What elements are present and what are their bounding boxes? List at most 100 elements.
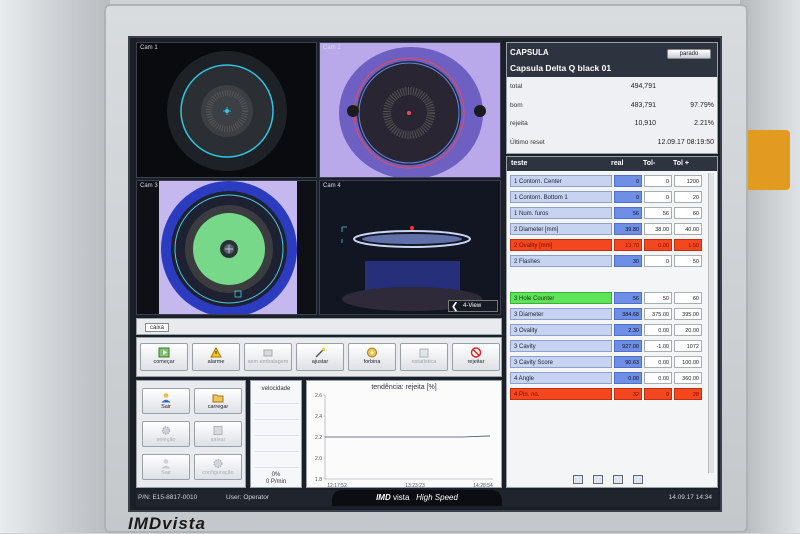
toolbar-button-4[interactable]: forbina bbox=[348, 343, 396, 371]
test-row[interactable]: 3 Cavity Score 90.63 0.00 100.00 bbox=[510, 356, 706, 369]
config-icon bbox=[212, 458, 224, 469]
trend-plot: 2.6 2.4 2.2 2.0 1.8 12:17:52 13:23:23 14:28:54 bbox=[315, 393, 493, 489]
play-icon bbox=[158, 347, 170, 358]
header-real: real bbox=[611, 160, 624, 167]
four-view-button[interactable]: ❮ 4-View bbox=[448, 300, 498, 312]
test-tol-plus: 50 bbox=[674, 255, 702, 267]
current-user: User: Operator bbox=[226, 494, 269, 501]
test-row[interactable]: 4 Angle 0.00 0.00 360.00 bbox=[510, 372, 706, 385]
tests-scrollbar[interactable] bbox=[708, 173, 714, 473]
stats-label: rejeita bbox=[510, 120, 528, 127]
test-real: 384.68 bbox=[614, 308, 642, 320]
test-row[interactable]: 2 Flashes 30 0 50 bbox=[510, 255, 706, 268]
test-tol-plus: 1.50 bbox=[674, 239, 702, 251]
stats-row: Último reset 12.09.17 08:19:50 bbox=[510, 139, 716, 149]
toolbar-button-3[interactable]: ajustar bbox=[296, 343, 344, 371]
test-tol-minus: 375.00 bbox=[644, 308, 672, 320]
speed-percent: 0% bbox=[271, 472, 281, 478]
test-tol-minus: -1.00 bbox=[644, 340, 672, 352]
test-real: 927.00 bbox=[614, 340, 642, 352]
print-icon[interactable] bbox=[613, 475, 623, 484]
image-icon[interactable] bbox=[573, 475, 583, 484]
toolbar-button-2[interactable]: sem embalagem bbox=[244, 343, 292, 371]
trend-xtick: 12:17:52 bbox=[327, 483, 347, 489]
speed-gridline bbox=[255, 435, 299, 436]
stats-percent: 2.21% bbox=[694, 120, 714, 127]
side-button-2[interactable]: seleção bbox=[142, 421, 190, 447]
list-icon[interactable] bbox=[593, 475, 603, 484]
test-tol-minus: 50 bbox=[644, 292, 672, 304]
disk-icon bbox=[212, 425, 224, 436]
test-row[interactable]: 3 Hole Counter 56 50 60 bbox=[510, 292, 706, 305]
stats-header: CAPSULA Capsula Delta Q black 01 parado bbox=[507, 43, 717, 77]
test-real: 0.00 bbox=[614, 372, 642, 384]
toolbar-button-5[interactable]: estatística bbox=[400, 343, 448, 371]
side-button-4[interactable]: Sair bbox=[142, 454, 190, 480]
test-row[interactable]: 1 Contorn. Center 0 0 1200 bbox=[510, 175, 706, 188]
test-name: 2 Flashes bbox=[510, 255, 612, 267]
four-view-label: 4-View bbox=[463, 303, 482, 309]
trend-ytick: 1.8 bbox=[315, 477, 322, 483]
side-button-5[interactable]: configuração bbox=[194, 454, 242, 480]
camera-2-label: Cam 2 bbox=[323, 45, 341, 51]
stats-icon bbox=[418, 347, 430, 358]
side-button-label: configuração bbox=[202, 470, 234, 476]
toolbar-button-label: começar bbox=[153, 359, 175, 365]
trend-ytick: 2.0 bbox=[315, 456, 322, 462]
product-name: Capsula Delta Q black 01 bbox=[510, 63, 612, 73]
toolbar-button-1[interactable]: alarme bbox=[192, 343, 240, 371]
side-button-1[interactable]: carregar bbox=[194, 388, 242, 414]
camera-view-3[interactable]: Cam 3 bbox=[136, 180, 317, 315]
production-stats: CAPSULA Capsula Delta Q black 01 parado … bbox=[506, 42, 718, 154]
test-name: 3 Ovality bbox=[510, 324, 612, 336]
stop-button[interactable]: parado bbox=[667, 49, 711, 59]
test-row[interactable]: 1 Num. furos 56 56 60 bbox=[510, 207, 706, 220]
test-row[interactable]: 3 Diameter 384.68 375.00 395.00 bbox=[510, 308, 706, 321]
stats-label: Último reset bbox=[510, 138, 545, 146]
test-row[interactable]: 3 Cavity 927.00 -1.00 1072 bbox=[510, 340, 706, 353]
export-icon[interactable] bbox=[633, 475, 643, 484]
test-row[interactable]: 2 Ovality [mm] 13.70 0.00 1.50 bbox=[510, 239, 706, 252]
toolbar-button-6[interactable]: rejeitar bbox=[452, 343, 500, 371]
background-left bbox=[0, 0, 110, 533]
toolbar-button-label: forbina bbox=[363, 359, 381, 365]
reject-icon bbox=[470, 347, 482, 358]
test-tol-plus: 1072 bbox=[674, 340, 702, 352]
stats-row: bom 483,791 97.79% bbox=[510, 102, 716, 112]
status-bar: P/N: E15-8817-0010 User: Operator IMD vi… bbox=[136, 490, 718, 506]
side-button-0[interactable]: Sair bbox=[142, 388, 190, 414]
tag-caixa[interactable]: caixa bbox=[145, 323, 170, 332]
gear-icon bbox=[160, 425, 172, 436]
stats-label: bom bbox=[510, 101, 523, 109]
test-name: 1 Num. furos bbox=[510, 207, 612, 219]
background-right bbox=[740, 0, 800, 533]
speed-gridline bbox=[255, 467, 299, 468]
camera-1-image bbox=[167, 51, 287, 171]
camera-view-4[interactable]: Cam 4 ❮ 4-View bbox=[319, 180, 501, 315]
side-button-3[interactable]: salvar bbox=[194, 421, 242, 447]
exit-icon bbox=[160, 458, 172, 469]
test-tol-minus: 0 bbox=[644, 388, 672, 400]
trend-ytick: 2.6 bbox=[315, 393, 322, 399]
stats-title: CAPSULA bbox=[510, 48, 549, 57]
camera-4-image bbox=[320, 181, 500, 314]
side-button-label: Sair bbox=[161, 470, 171, 476]
test-row[interactable]: 3 Ovality 2.30 0.00 20.00 bbox=[510, 324, 706, 337]
camera-view-1[interactable]: Cam 1 bbox=[136, 42, 317, 178]
toolbar-button-label: rejeitar bbox=[467, 359, 485, 365]
toolbar-button-0[interactable]: começar bbox=[140, 343, 188, 371]
logo-tag: High Speed bbox=[416, 493, 458, 502]
test-tol-minus: 0 bbox=[644, 191, 672, 203]
test-row[interactable]: 2 Diameter [mm] 39.80 38.00 40.00 bbox=[510, 223, 706, 236]
test-real: 56 bbox=[614, 207, 642, 219]
folder-icon bbox=[212, 392, 224, 403]
test-tol-minus: 0 bbox=[644, 255, 672, 267]
test-tol-minus: 0 bbox=[644, 175, 672, 187]
camera-view-2[interactable]: Cam 2 bbox=[319, 42, 501, 178]
stats-value: 10,910 bbox=[634, 120, 656, 127]
test-row[interactable]: 4 Pin. no. 32 0 28 bbox=[510, 388, 706, 401]
test-row[interactable]: 1 Contorn. Bottom 1 0 0 20 bbox=[510, 191, 706, 204]
test-name: 3 Hole Counter bbox=[510, 292, 612, 304]
trend-xtick: 13:23:23 bbox=[405, 483, 425, 489]
speed-title: velocidade bbox=[261, 386, 291, 392]
